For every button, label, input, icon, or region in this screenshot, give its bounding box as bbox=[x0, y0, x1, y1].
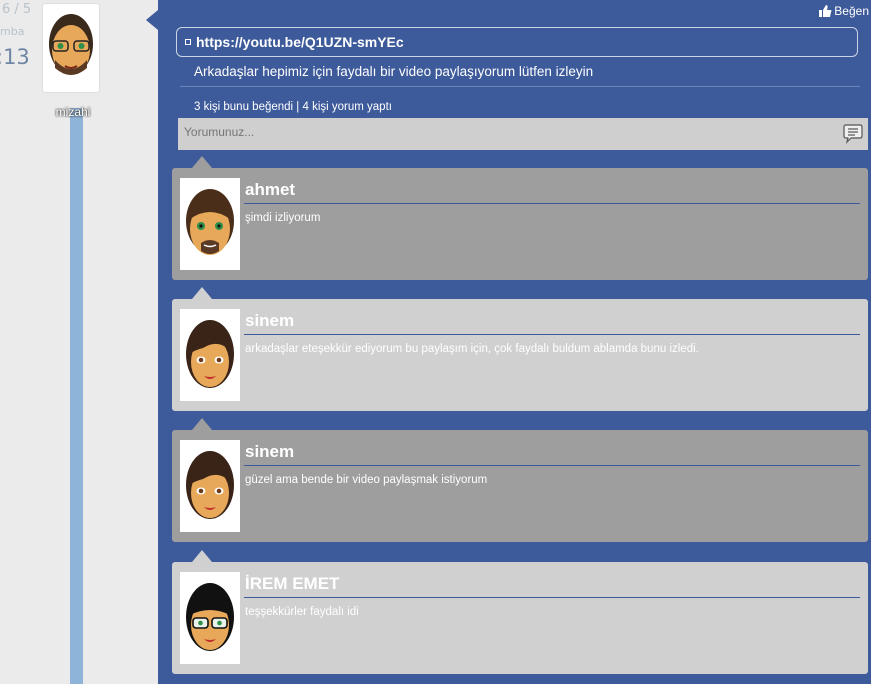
commenter-name[interactable]: ahmet bbox=[245, 180, 295, 200]
commenter-name[interactable]: sinem bbox=[245, 442, 294, 462]
post-stats[interactable]: 3 kişi bunu beğendi | 4 kişi yorum yaptı bbox=[194, 101, 392, 113]
comment-item: sinem güzel ama bende bir video paylaşma… bbox=[172, 418, 868, 542]
comment-item: İREM EMET teşşekkürler faydalı idi bbox=[172, 550, 868, 674]
author-card[interactable]: mizahi bbox=[43, 4, 103, 119]
comment-pointer bbox=[192, 550, 212, 562]
commenter-avatar[interactable] bbox=[180, 178, 240, 270]
comment-text: teşşekkürler faydalı idi bbox=[245, 606, 359, 618]
author-name[interactable]: mizahi bbox=[43, 105, 103, 119]
commenter-avatar[interactable] bbox=[180, 309, 240, 401]
divider bbox=[180, 86, 860, 87]
commenter-avatar[interactable] bbox=[180, 440, 240, 532]
comment-pointer bbox=[192, 418, 212, 430]
divider bbox=[244, 203, 860, 204]
date-weekday: mba bbox=[0, 25, 25, 38]
chat-bubble-icon[interactable] bbox=[842, 124, 864, 144]
author-avatar[interactable] bbox=[43, 4, 99, 92]
bullet-icon bbox=[185, 39, 191, 45]
like-label: Beğen bbox=[834, 4, 869, 18]
link-box[interactable]: https://youtu.be/Q1UZN-smYEc bbox=[176, 27, 858, 57]
like-button[interactable]: Beğen bbox=[818, 4, 869, 18]
comment-item: ahmet şimdi izliyorum bbox=[172, 156, 868, 280]
divider bbox=[244, 334, 860, 335]
post-text: Arkadaşlar hepimiz için faydalı bir vide… bbox=[194, 64, 594, 79]
comment-pointer bbox=[192, 287, 212, 299]
divider bbox=[244, 597, 860, 598]
comment-input[interactable] bbox=[182, 124, 786, 140]
comment-text: şimdi izliyorum bbox=[245, 212, 321, 224]
thumbs-up-icon bbox=[819, 5, 832, 17]
commenter-name[interactable]: sinem bbox=[245, 311, 294, 331]
commenter-name[interactable]: İREM EMET bbox=[245, 574, 339, 594]
date-time: :13 bbox=[0, 45, 30, 69]
video-link[interactable]: https://youtu.be/Q1UZN-smYEc bbox=[196, 34, 404, 50]
date-day: 6 / 5 bbox=[2, 2, 32, 17]
comment-text: arkadaşlar eteşekkür ediyorum bu paylaşı… bbox=[245, 343, 699, 355]
comment-pointer bbox=[192, 156, 212, 168]
commenter-avatar[interactable] bbox=[180, 572, 240, 664]
comment-item: sinem arkadaşlar eteşekkür ediyorum bu p… bbox=[172, 287, 868, 411]
comment-input-bar[interactable] bbox=[178, 118, 868, 150]
comment-text: güzel ama bende bir video paylaşmak isti… bbox=[245, 474, 488, 486]
timeline-bar bbox=[70, 108, 83, 684]
post-card: Beğen https://youtu.be/Q1UZN-smYEc Arkad… bbox=[158, 0, 871, 684]
post-pointer bbox=[146, 10, 158, 30]
divider bbox=[244, 465, 860, 466]
